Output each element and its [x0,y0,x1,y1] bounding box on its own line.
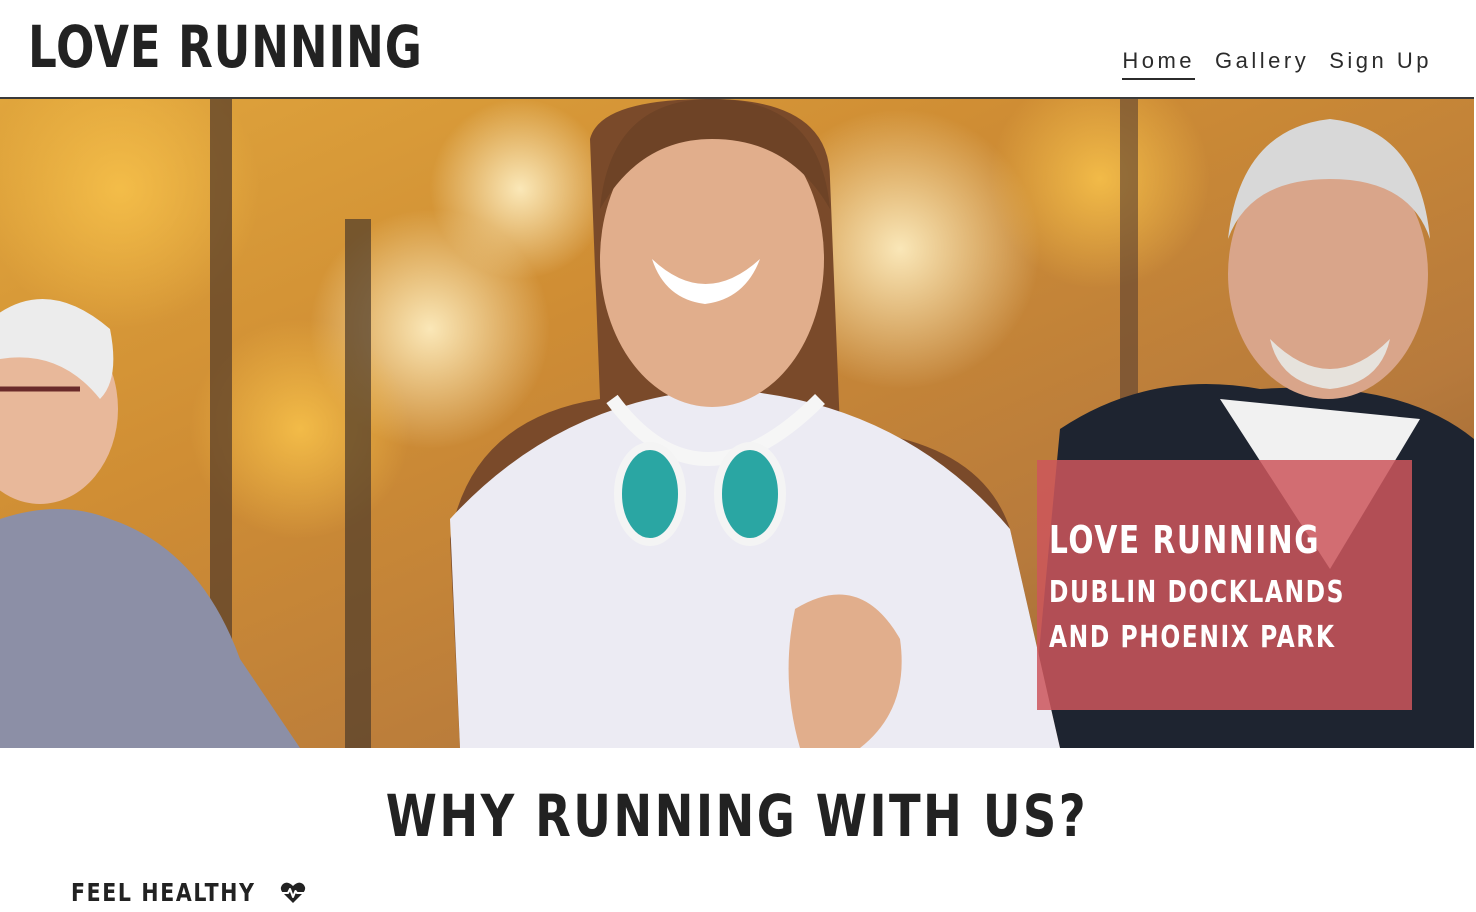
feature-label: FEEL HEALTHY [71,878,256,907]
section-title: WHY RUNNING WITH US? [0,780,1474,852]
hero-subtitle: DUBLIN DOCKLANDS AND PHOENIX PARK [1049,575,1346,655]
nav-sign-up[interactable]: Sign Up [1329,48,1432,80]
nav-gallery[interactable]: Gallery [1215,48,1309,80]
hero-overlay-box: LOVE RUNNING DUBLIN DOCKLANDS AND PHOENI… [1037,460,1412,710]
heartbeat-icon [280,882,306,903]
section-title-text: WHY RUNNING WITH US? [385,782,1089,850]
main-nav: Home Gallery Sign Up [1122,48,1432,80]
hero-section: LOVE RUNNING DUBLIN DOCKLANDS AND PHOENI… [0,99,1474,748]
feature-feel-healthy: FEEL HEALTHY [71,878,306,907]
nav-home[interactable]: Home [1122,48,1196,80]
hero-title: LOVE RUNNING [1049,518,1321,562]
site-logo[interactable]: LOVE RUNNING [28,12,423,82]
site-header: LOVE RUNNING Home Gallery Sign Up [0,0,1474,99]
